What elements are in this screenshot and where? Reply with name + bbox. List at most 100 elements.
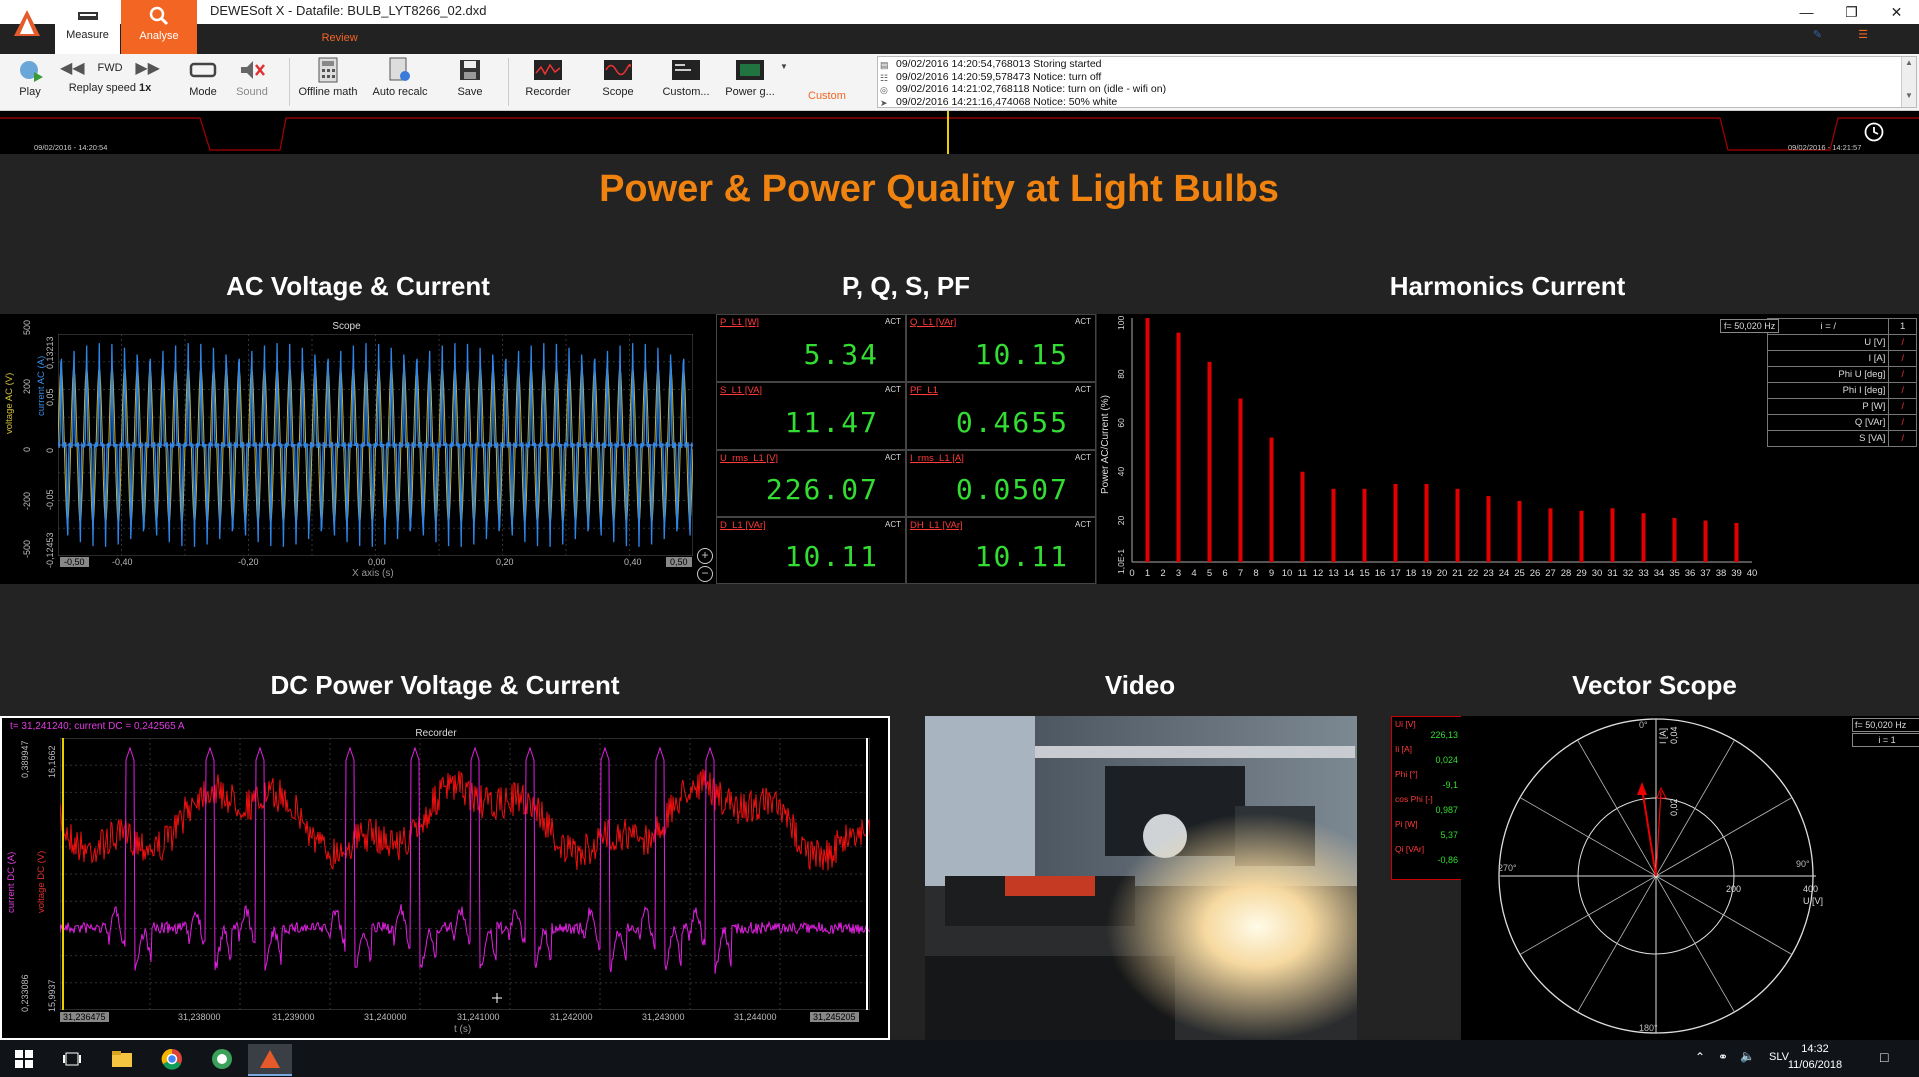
log-toolbar-icons[interactable]: ▤ ☷ ◎ ➤ [880,59,889,109]
offline-math-button[interactable]: Offline math [296,57,360,98]
start-windows-icon[interactable] [2,1044,46,1074]
harm-xtick: 26 [1530,568,1541,579]
ac-scope-panel[interactable]: Scope voltage AC (V) current AC (A) 500 … [0,314,716,584]
app-green-icon[interactable] [200,1044,244,1074]
harmonics-table: i = /1 U [V] / I [A] / Phi U [deg] / Phi I [de… [1753,318,1917,447]
harmonic-bar [1300,471,1305,562]
harm-frequency: f= 50,020 Hz [1720,319,1780,333]
harm-xtick: 7 [1238,568,1243,579]
menu-export[interactable]: Export [410,28,462,48]
minimize-icon[interactable]: — [1784,0,1829,24]
main-menu: Data files Setup Review Print Export Des… [197,28,516,48]
harm-ytick: 60 [1116,418,1126,428]
harm-xtick: 30 [1592,568,1603,579]
harmonic-bar [1672,518,1677,562]
menu-setup[interactable]: Setup [263,28,312,48]
menu-data-files[interactable]: Data files [197,28,263,48]
recorder-button[interactable]: Recorder [520,58,576,98]
edit-button[interactable]: ✎ Edit [1813,28,1844,41]
wifi-icon[interactable]: ⚭ [1718,1050,1728,1064]
harm-xtick: 23 [1483,568,1494,579]
clock-time[interactable]: 14:32 [1785,1043,1845,1055]
harm-xtick: 18 [1406,568,1417,579]
video-panel[interactable] [925,716,1357,1040]
options-button[interactable]: ☰ Options [1858,28,1909,41]
zoom-in-icon[interactable]: + [697,548,713,564]
harmonic-bar [1517,501,1522,562]
meter-dh[interactable]: DH_L1 [VAr] ACT 10.11 [906,517,1096,584]
harm-col-i: i = / [1767,318,1890,335]
sound-button[interactable]: Sound [232,58,272,98]
close-icon[interactable]: ✕ [1874,0,1919,24]
overview-timeline[interactable]: 09/02/2016 - 14:20:54 09/02/2016 - 14:21… [0,111,1919,154]
meter-d[interactable]: D_L1 [VAr] ACT 10.11 [716,517,906,584]
i-tick: 0,05 [45,388,55,406]
harm-table-row: Phi I [deg] / [1753,382,1917,399]
menu-print[interactable]: Print [368,28,411,48]
harm-xtick: 15 [1359,568,1370,579]
rec-v-tick: 16,1662 [47,745,57,778]
measure-tab[interactable]: Measure [55,0,120,54]
harm-xtick: 28 [1561,568,1572,579]
tray-up-arrow-icon[interactable]: ⌃ [1695,1050,1705,1064]
clock-date[interactable]: 11/06/2018 [1785,1059,1845,1071]
harmonics-chart: 0 1 2 3 4 5 6 7 8 9 10 11 12 13 14 15 16 17 18 19 20 21 22 23 24… [1116,316,1757,579]
dewesoft-logo-icon[interactable] [0,0,55,54]
event-log[interactable]: ▤ ☷ ◎ ➤ 09/02/2016 14:20:54,768013 Storing … [877,56,1917,108]
task-view-icon[interactable] [50,1044,94,1074]
meter-s[interactable]: S_L1 [VA] ACT 11.47 [716,382,906,450]
dewesoft-taskbar-icon[interactable] [248,1044,292,1076]
forward-icon[interactable]: ▶▶ [135,58,160,78]
custom-display-button[interactable]: Custom... [658,58,714,98]
more-dropdown-icon[interactable]: ▼ [780,62,788,71]
power-graph-icon [735,58,765,82]
harm-xtick: 8 [1253,568,1258,579]
log-scrollbar[interactable]: ▲ ▼ [1901,57,1916,107]
menu-review[interactable]: Review [312,28,368,48]
power-graph-button[interactable]: Power g... [722,58,778,98]
save-button[interactable]: Save [450,58,490,98]
restore-icon[interactable]: ❐ [1829,0,1874,24]
analyse-tab[interactable]: Analyse [121,0,197,54]
harm-xtick: 4 [1191,568,1196,579]
harm-xtick: 2 [1160,568,1165,579]
chrome-icon[interactable] [150,1044,194,1074]
menu-design[interactable]: Design [462,28,516,48]
meter-p[interactable]: P_L1 [W] ACT 5.34 [716,314,906,382]
angle-0-label: 0° [1639,720,1648,730]
clock-icon[interactable] [1863,121,1885,148]
custom-display-tab[interactable]: Custom [808,90,846,102]
harm-xtick: 20 [1437,568,1448,579]
scope-button[interactable]: Scope [590,58,646,98]
crosshair-cursor [492,993,502,1003]
auto-recalc-button[interactable]: Auto recalc [368,57,432,98]
harm-ytick: 100 [1116,316,1126,330]
meter-q[interactable]: Q_L1 [VAr] ACT 10.15 [906,314,1096,382]
harm-xtick: 12 [1313,568,1324,579]
dc-recorder-panel[interactable]: t= 31,241240; current DC = 0,242565 A Re… [0,716,890,1040]
zoom-out-icon[interactable]: − [697,566,713,582]
recorder-ylabel-current: current DC (A) [6,851,17,913]
floppy-disk-icon [455,58,485,82]
scope-xtick: -0,20 [238,557,259,567]
vector-scope-panel[interactable]: 0° 90° 180° 270° I [A] 0,04 0,02 200 400… [1461,716,1919,1040]
overview-cursor[interactable] [947,111,949,154]
play-button[interactable]: Play [10,58,50,98]
meter-irms[interactable]: I_rms_L1 [A] ACT 0.0507 [906,450,1096,517]
speaker-icon[interactable]: 🔈 [1740,1049,1755,1063]
file-explorer-icon[interactable] [100,1044,144,1074]
mode-button[interactable]: Mode [183,58,223,98]
meter-pf[interactable]: PF_L1 ACT 0.4655 [906,382,1096,450]
section-title-pqs: P, Q, S, PF [841,271,971,301]
scope-ylabel-voltage: voltage AC (V) [4,372,15,434]
harm-xtick: 21 [1452,568,1463,579]
harmonic-bar [1362,488,1367,562]
log-line: 09/02/2016 14:20:54,768013 Storing start… [896,58,1102,70]
notifications-icon[interactable]: □ [1880,1049,1888,1065]
meter-urms[interactable]: U_rms_L1 [V] ACT 226.07 [716,450,906,517]
u-axis-label: U [V] [1803,896,1824,906]
section-title-harmonics: Harmonics Current [1389,271,1626,301]
rewind-icon[interactable]: ◀◀ [60,58,85,78]
replay-speed-control[interactable]: ◀◀ FWD ▶▶ Replay speed 1x [60,58,160,94]
i-axis-label: I [A] [1658,727,1668,744]
